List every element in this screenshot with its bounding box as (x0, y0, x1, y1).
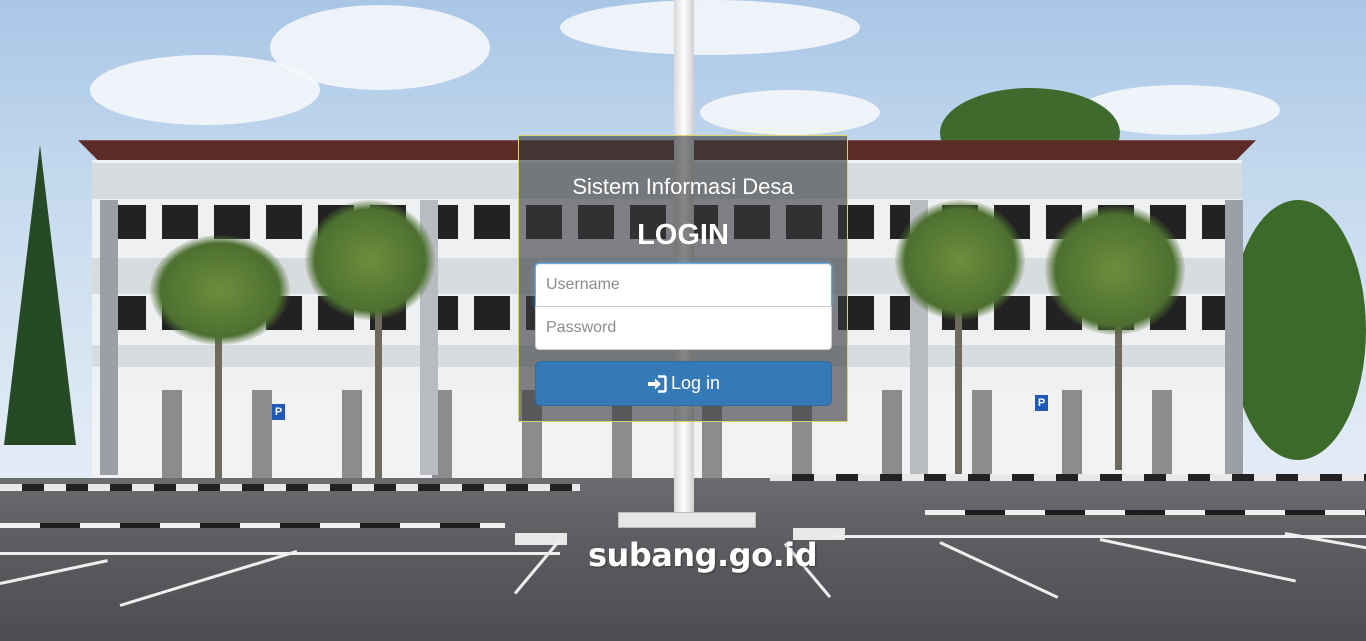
login-panel: Sistem Informasi Desa LOGIN Log in (518, 135, 848, 422)
parking-sign: P (1035, 395, 1048, 411)
cloud (270, 5, 490, 90)
palm-crown (1045, 205, 1185, 335)
password-input[interactable] (535, 306, 832, 350)
tree (1230, 200, 1366, 460)
pillar (100, 200, 118, 475)
parking-sign: P (272, 404, 285, 420)
cloud (560, 0, 860, 55)
login-heading: LOGIN (637, 219, 729, 251)
palm-crown (895, 200, 1025, 320)
sign-in-icon (647, 374, 667, 393)
username-input[interactable] (535, 263, 832, 307)
curb (0, 484, 580, 491)
login-button[interactable]: Log in (535, 361, 832, 406)
watermark: subang.go.id (588, 536, 818, 574)
road-barrier (925, 510, 1366, 515)
flag-pole-base (618, 512, 756, 528)
cloud (700, 90, 880, 135)
curb (770, 474, 1366, 481)
parking-line (830, 535, 1366, 538)
app-title: Sistem Informasi Desa (572, 174, 794, 199)
palm-crown (305, 200, 435, 320)
pillar (1225, 200, 1243, 475)
login-button-label: Log in (670, 373, 721, 393)
palm-crown (150, 235, 290, 345)
road-barrier (0, 523, 505, 528)
